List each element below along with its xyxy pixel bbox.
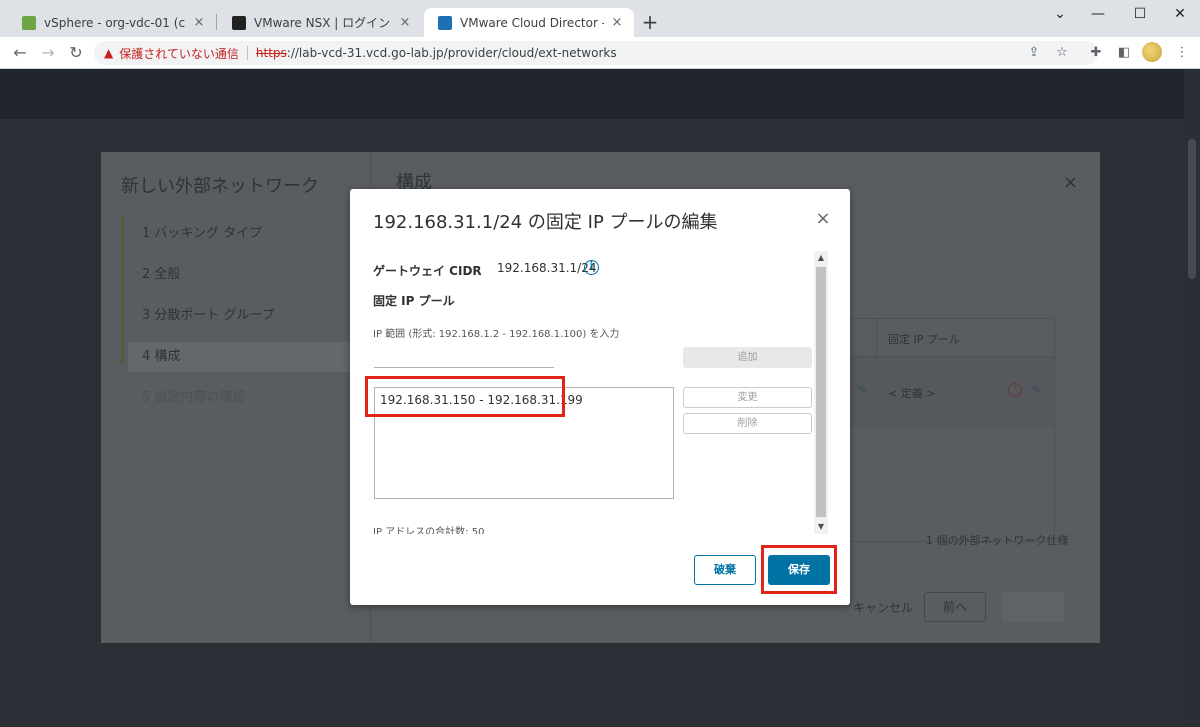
delete-button[interactable]: 削除 bbox=[683, 413, 812, 434]
scrollbar-thumb[interactable] bbox=[816, 267, 826, 517]
vmware-favicon-icon bbox=[438, 15, 452, 30]
gateway-cidr-label: ゲートウェイ CIDR bbox=[373, 264, 482, 278]
maximize-button[interactable]: ☐ bbox=[1126, 4, 1154, 24]
column-header-static-pool: 固定 IP プール bbox=[888, 333, 960, 346]
tab-close-icon[interactable]: × bbox=[398, 15, 412, 30]
tab-title: VMware Cloud Director - 外部ネ bbox=[460, 16, 604, 30]
nsx-favicon-icon bbox=[232, 15, 246, 30]
tab-title: VMware NSX | ログイン bbox=[254, 16, 391, 30]
share-icon[interactable]: ⇪ bbox=[1022, 41, 1046, 65]
modify-button[interactable]: 変更 bbox=[683, 387, 812, 408]
table-header: 固定 IP プール bbox=[850, 319, 1054, 357]
wizard-step-config[interactable]: 4 構成 bbox=[128, 342, 350, 372]
ip-range-hint: IP 範囲 (形式: 192.168.1.2 - 192.168.1.100) … bbox=[373, 329, 620, 340]
dialog-body: ゲートウェイ CIDR 192.168.31.1/24 i 固定 IP プール … bbox=[350, 251, 830, 534]
table-footer-count: 1 個の外部ネットワーク仕様 bbox=[926, 534, 1069, 547]
wizard-step-dvpg[interactable]: 3 分散ポート グループ bbox=[128, 301, 350, 331]
gateway-cidr-value: 192.168.31.1/24 bbox=[497, 261, 597, 275]
table-column-divider bbox=[876, 319, 877, 357]
wizard-close-icon[interactable]: × bbox=[1063, 172, 1078, 193]
omnibox-divider bbox=[246, 46, 248, 60]
wizard-step-review[interactable]: 5 設定内容の確認 bbox=[128, 383, 350, 413]
tab-title: vSphere - org-vdc-01 (c75f0cb2- bbox=[44, 15, 186, 30]
browser-menu-icon[interactable]: ⋮ bbox=[1170, 41, 1194, 65]
browser-toolbar: ← → ↻ ▲ 保護されていない通信 https ://lab-vcd-31.v… bbox=[0, 37, 1200, 69]
address-bar[interactable]: ▲ 保護されていない通信 https ://lab-vcd-31.vcd.go-… bbox=[94, 41, 1098, 65]
browser-tab-vcd[interactable]: VMware Cloud Director - 外部ネ × bbox=[424, 8, 634, 37]
info-icon[interactable]: i bbox=[584, 260, 599, 275]
minimize-button[interactable]: — bbox=[1084, 4, 1112, 24]
save-button[interactable]: 保存 bbox=[768, 555, 830, 585]
dialog-scrollbar[interactable]: ▲ ▼ bbox=[814, 251, 828, 534]
browser-tabbar: vSphere - org-vdc-01 (c75f0cb2- × VMware… bbox=[0, 0, 1200, 37]
add-button[interactable]: 追加 bbox=[683, 347, 812, 368]
url-path: ://lab-vcd-31.vcd.go-lab.jp/provider/clo… bbox=[286, 46, 617, 60]
wizard-title: 新しい外部ネットワーク bbox=[121, 176, 319, 197]
browser-tab-vsphere[interactable]: vSphere - org-vdc-01 (c75f0cb2- × bbox=[8, 8, 216, 37]
wizard-prev-button[interactable]: 前へ bbox=[924, 592, 986, 622]
edit-static-ip-pool-dialog: 192.168.31.1/24 の固定 IP プールの編集 × ゲートウェイ C… bbox=[350, 189, 850, 605]
ip-range-list[interactable]: 192.168.31.150 - 192.168.31.199 bbox=[374, 387, 674, 499]
ip-pool-table: 固定 IP プール ✎ < 定義 > ! ✎ bbox=[849, 318, 1055, 542]
bookmark-star-icon[interactable]: ☆ bbox=[1050, 41, 1074, 65]
close-icon[interactable]: × bbox=[814, 210, 832, 228]
tab-separator bbox=[216, 14, 217, 30]
extensions-puzzle-icon[interactable]: ✚ bbox=[1084, 41, 1108, 65]
new-tab-button[interactable]: + bbox=[640, 11, 660, 33]
edit-pencil-icon[interactable]: ✎ bbox=[858, 383, 868, 397]
warning-circle-icon: ! bbox=[1008, 383, 1022, 397]
tab-close-icon[interactable]: × bbox=[192, 15, 206, 30]
ip-range-input[interactable] bbox=[374, 348, 554, 368]
list-item[interactable]: 192.168.31.150 - 192.168.31.199 bbox=[380, 393, 583, 407]
tab-close-icon[interactable]: × bbox=[610, 15, 624, 30]
table-row[interactable]: ✎ < 定義 > ! ✎ bbox=[850, 357, 1054, 427]
forward-button[interactable]: → bbox=[36, 41, 60, 65]
scroll-down-icon[interactable]: ▼ bbox=[814, 520, 828, 534]
browser-tab-nsx[interactable]: VMware NSX | ログイン × bbox=[218, 8, 422, 37]
tab-search-icon[interactable]: ⌄ bbox=[1046, 4, 1074, 24]
total-ip-count: IP アドレスの合計数: 50 bbox=[373, 527, 485, 534]
wizard-next-button[interactable] bbox=[1002, 592, 1064, 622]
side-panel-icon[interactable]: ◧ bbox=[1112, 41, 1136, 65]
edit-pencil-icon[interactable]: ✎ bbox=[1032, 383, 1042, 397]
wizard-step-general[interactable]: 2 全般 bbox=[128, 260, 350, 290]
url-scheme: https bbox=[255, 46, 287, 60]
discard-button[interactable]: 破棄 bbox=[694, 555, 756, 585]
app-header bbox=[0, 69, 1200, 119]
warning-triangle-icon[interactable]: ▲ bbox=[104, 46, 113, 60]
static-ip-pool-label: 固定 IP プール bbox=[373, 294, 455, 308]
static-pool-cell: < 定義 > bbox=[888, 387, 936, 400]
scroll-up-icon[interactable]: ▲ bbox=[814, 251, 828, 265]
dialog-title: 192.168.31.1/24 の固定 IP プールの編集 bbox=[373, 212, 718, 233]
wizard-step-backing-type[interactable]: 1 バッキング タイプ bbox=[128, 219, 350, 249]
reload-button[interactable]: ↻ bbox=[64, 41, 88, 65]
wizard-progress-line bbox=[121, 214, 124, 364]
wizard-cancel-button[interactable]: キャンセル bbox=[853, 599, 913, 616]
vsphere-favicon-icon bbox=[22, 15, 36, 30]
back-button[interactable]: ← bbox=[8, 41, 32, 65]
profile-avatar[interactable] bbox=[1142, 42, 1162, 62]
security-status[interactable]: 保護されていない通信 bbox=[119, 45, 239, 62]
close-window-button[interactable]: ✕ bbox=[1166, 4, 1194, 24]
page-scrollbar[interactable] bbox=[1184, 69, 1200, 727]
page-scrollbar-thumb[interactable] bbox=[1188, 139, 1196, 279]
